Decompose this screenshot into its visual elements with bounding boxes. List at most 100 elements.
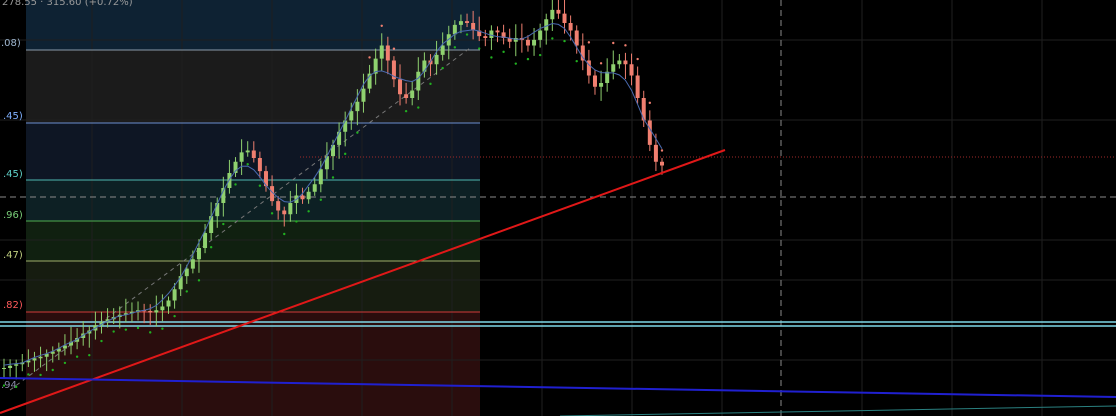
- candle-body: [8, 365, 13, 368]
- psar-dot: [209, 246, 213, 249]
- candle-body: [544, 19, 549, 31]
- fib-zone-3: [26, 180, 480, 221]
- psar-dot: [380, 24, 383, 28]
- candle-body: [410, 90, 415, 98]
- candle-body: [349, 111, 354, 121]
- candle-body: [660, 161, 664, 166]
- fib-label-2: .45): [3, 169, 23, 180]
- candle-body: [178, 276, 183, 290]
- candle-body: [239, 152, 244, 162]
- candle-body: [623, 60, 628, 65]
- candle-body: [452, 24, 457, 35]
- candle-body: [635, 75, 640, 98]
- candle-body: [599, 83, 604, 87]
- candle-body: [337, 131, 342, 145]
- fib-label-5: .82): [3, 300, 23, 311]
- psar-dot: [392, 47, 396, 50]
- candle-body: [495, 30, 500, 33]
- candle-body: [385, 45, 390, 61]
- psar-dot: [234, 183, 237, 186]
- candle-body: [422, 60, 427, 72]
- candle-body: [605, 71, 610, 83]
- psar-dot: [149, 331, 152, 334]
- psar-dot: [368, 56, 371, 59]
- psar-dot: [478, 47, 481, 50]
- psar-dot: [648, 101, 652, 105]
- candle-body: [148, 311, 153, 313]
- candle-body: [2, 368, 6, 369]
- candle-body: [251, 150, 256, 158]
- candle-body: [276, 201, 281, 211]
- psar-dot: [551, 37, 554, 40]
- psar-dot: [453, 46, 457, 49]
- psar-dot: [465, 33, 469, 36]
- candle-body: [550, 9, 555, 20]
- psar-dot: [429, 82, 432, 86]
- psar-dot: [161, 327, 164, 330]
- candle-body: [653, 144, 658, 162]
- candle-body: [306, 191, 311, 200]
- fib-zones: [26, 0, 480, 416]
- psar-dot: [502, 50, 505, 54]
- candle-body: [257, 158, 262, 172]
- psar-dot: [636, 57, 639, 61]
- psar-dot: [136, 326, 140, 330]
- candle-body: [611, 64, 616, 72]
- fib-label-3: .96): [3, 210, 23, 221]
- psar-dot: [295, 220, 298, 223]
- psar-dot: [197, 279, 201, 282]
- psar-dot: [514, 62, 517, 65]
- psar-dot: [319, 198, 323, 201]
- candle-body: [14, 364, 19, 366]
- psar-dot: [27, 373, 30, 376]
- candle-body: [209, 216, 214, 233]
- psar-dot: [51, 368, 54, 372]
- psar-dot: [563, 39, 566, 43]
- candle-body: [556, 9, 561, 14]
- fib-label-0: .08): [1, 38, 21, 49]
- fib-label-4: .47): [3, 250, 23, 261]
- candle-body: [38, 356, 43, 359]
- psar-dot: [75, 355, 79, 358]
- fib-labels: .08) .45) .45) .96) .47) .82) .94: [1, 38, 23, 391]
- psar-dot: [612, 41, 615, 45]
- psar-dot: [490, 56, 493, 59]
- psar-dot: [2, 384, 6, 387]
- psar-dot: [283, 232, 286, 236]
- candle-body: [404, 94, 409, 98]
- candle-body: [245, 150, 250, 153]
- candle-body: [629, 64, 634, 76]
- candle-body: [282, 210, 287, 215]
- candle-body: [312, 184, 317, 192]
- stock-chart[interactable]: .08) .45) .45) .96) .47) .82) .94 278.55…: [0, 0, 1116, 416]
- candle-body: [465, 21, 470, 23]
- candle-body: [525, 39, 530, 46]
- psar-dot: [246, 163, 249, 166]
- psar-dot: [575, 59, 578, 63]
- psar-dot: [343, 152, 347, 156]
- candle-body: [379, 45, 384, 59]
- candle-body: [300, 195, 305, 200]
- psar-dot: [112, 330, 115, 333]
- psar-dot: [14, 385, 18, 389]
- teal-trendline: [559, 405, 1116, 416]
- psar-dot: [587, 41, 591, 44]
- candle-body: [166, 300, 171, 307]
- psar-dot: [307, 210, 310, 213]
- psar-dot: [88, 353, 91, 357]
- candle-body: [196, 248, 201, 260]
- candle-body: [343, 120, 348, 132]
- candle-body: [203, 233, 208, 248]
- candle-body: [532, 39, 537, 46]
- psar-dot: [39, 373, 42, 377]
- candle-body: [172, 289, 177, 301]
- candle-body: [190, 259, 195, 269]
- candle-body: [361, 88, 366, 102]
- price-header: 278.55 · 315.60 (+0.72%): [2, 0, 133, 8]
- fib-label-1: .45): [3, 111, 23, 122]
- psar-dot: [599, 62, 603, 65]
- fib-zone-4: [26, 221, 480, 261]
- psar-dot: [404, 109, 408, 113]
- candle-body: [647, 120, 652, 145]
- psar-dot: [63, 361, 67, 365]
